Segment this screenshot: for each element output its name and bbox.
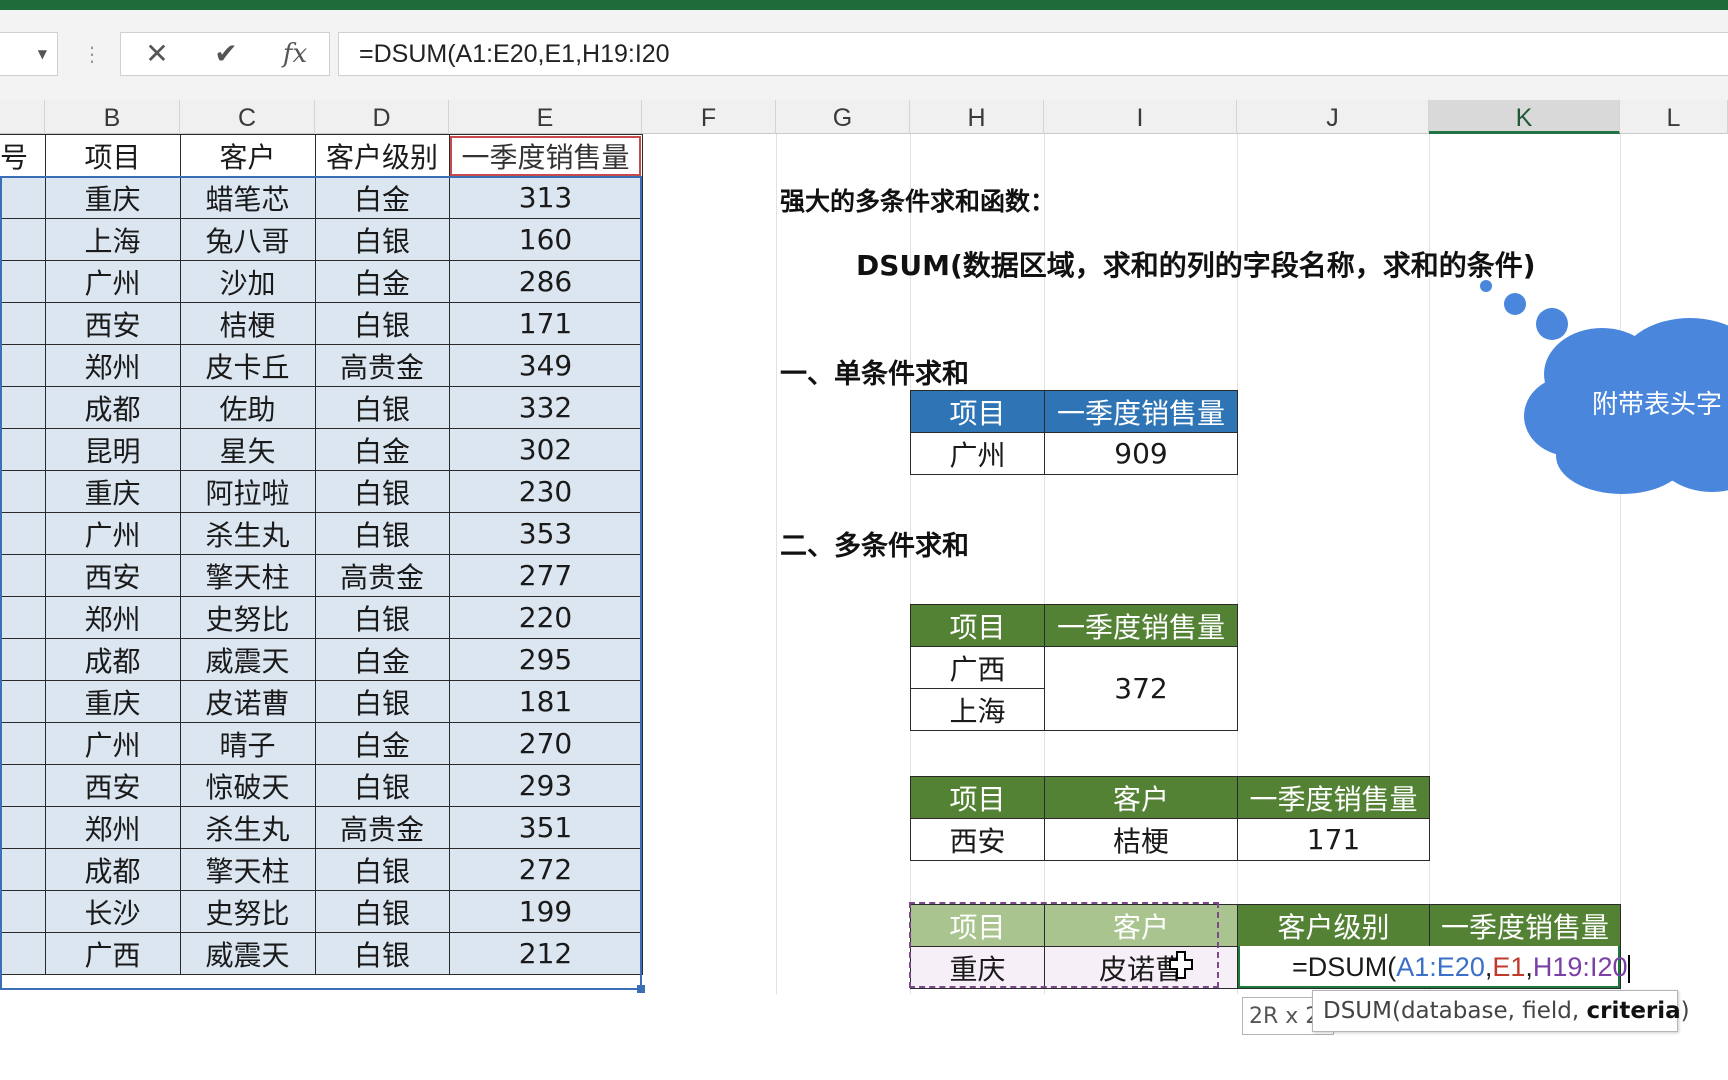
formula-arg-database: A1:E20 [1396,952,1485,982]
criteria-cell[interactable]: 广州 [910,432,1045,475]
criteria-cell[interactable]: 广西 [910,646,1045,689]
selection-range [0,176,642,990]
header-cell[interactable]: 一季度销售量 [1044,390,1238,433]
text-cursor [1628,954,1631,983]
criteria-cell[interactable]: 西安 [910,818,1045,861]
tooltip-current-arg: criteria [1586,998,1681,1024]
header-cell[interactable]: 一季度销售量 [448,134,643,177]
notes-title: 强大的多条件求和函数： [780,187,1056,216]
header-cell[interactable]: 一季度销售量 [1237,776,1430,819]
tooltip-suffix: ) [1680,998,1690,1024]
column-header-h[interactable]: H [910,100,1044,134]
header-cell[interactable]: 客户 [179,134,316,177]
header-cell[interactable]: 项目 [44,134,181,177]
tooltip-prefix: DSUM(database, field, [1323,998,1587,1024]
column-header-c[interactable]: C [180,100,315,134]
move-cursor-icon [1169,951,1193,979]
header-cell[interactable]: 项目 [910,776,1045,819]
formula-arg-field: E1 [1492,952,1526,982]
section-multi-condition: 二、多条件求和 [780,531,969,562]
function-signature-tooltip[interactable]: DSUM(database, field, criteria) [1312,990,1690,1032]
column-header-f[interactable]: F [642,100,776,134]
result-cell[interactable]: 909 [1044,432,1238,475]
formula-buttons: ✕ ✔ fx [120,32,330,76]
column-header-d[interactable]: D [315,100,449,134]
fill-handle[interactable] [637,985,645,993]
in-cell-formula-editor[interactable]: =DSUM(A1:E20,E1,H19:I20 [1238,946,1631,988]
enter-icon[interactable]: ✔ [196,33,256,75]
formula-fn: =DSUM( [1292,952,1397,982]
insert-function-icon[interactable]: fx [265,33,325,75]
single-condition-table: 项目 一季度销售量 广州 909 [910,390,1238,475]
header-cell[interactable]: 一季度销售量 [1044,604,1238,647]
formula-arg-criteria: H19:I20 [1532,952,1628,982]
table-header-row: 号项目 客户 客户级别 一季度销售量 [0,134,643,177]
column-header-a[interactable] [0,100,45,134]
column-header-j[interactable]: J [1237,100,1429,134]
name-box[interactable]: ▼ [0,32,58,76]
header-cell[interactable]: 客户级别 [314,134,450,177]
multi-condition-table-2: 项目 客户 一季度销售量 西安 桔梗 171 [910,776,1430,861]
column-header-g[interactable]: G [776,100,910,134]
cancel-icon[interactable]: ✕ [127,33,187,75]
thought-bubble-medium [1504,293,1526,315]
header-cell-a[interactable]: 号 [0,134,46,177]
column-header-b[interactable]: B [45,100,180,134]
formula-sep: , [1525,952,1533,982]
section-single-condition: 一、单条件求和 [780,359,969,390]
column-header-e[interactable]: E [449,100,642,134]
header-cell[interactable]: 客户级别 [1237,904,1430,947]
chevron-down-icon[interactable]: ▼ [38,47,47,61]
criteria-cell[interactable]: 上海 [910,688,1045,731]
header-cell[interactable]: 项目 [910,390,1045,433]
column-header-i[interactable]: I [1044,100,1237,134]
column-header-l[interactable]: L [1620,100,1728,134]
gridline [776,134,777,994]
cloud-label: 附带表头字 [1592,390,1723,420]
header-cell[interactable]: 客户 [1044,776,1238,819]
dsum-syntax: DSUM(数据区域，求和的列的字段名称，求和的条件) [856,249,1536,282]
thought-bubble-small [1480,280,1492,292]
result-cell[interactable]: 372 [1044,646,1238,731]
gridline [1620,134,1621,994]
header-cell[interactable]: 一季度销售量 [1429,904,1621,947]
result-cell[interactable]: 171 [1237,818,1430,861]
drag-handle-icon[interactable]: ⋮ [82,38,102,70]
criteria-cell[interactable]: 桔梗 [1044,818,1238,861]
column-header-row: B C D E F G H I J K L [0,100,1728,134]
formula-input[interactable]: =DSUM(A1:E20,E1,H19:I20 [338,32,1728,76]
app-top-strip [0,0,1728,10]
column-header-k[interactable]: K [1429,100,1620,134]
header-cell[interactable]: 项目 [910,604,1045,647]
multi-condition-table-1: 项目 一季度销售量 广西 372 上海 [910,604,1238,731]
